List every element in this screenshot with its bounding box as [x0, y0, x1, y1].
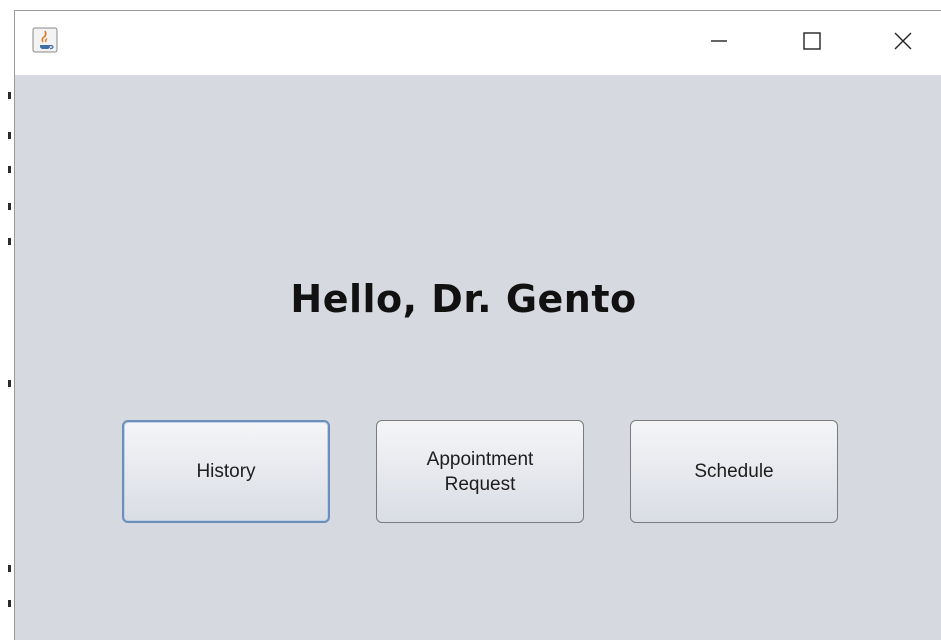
history-button-label: History [196, 461, 256, 482]
maximize-button[interactable] [781, 11, 843, 75]
java-cup-icon[interactable] [32, 27, 58, 53]
background-text-fragment [8, 132, 11, 139]
background-text-fragment [8, 565, 11, 572]
background-text-fragment [8, 380, 11, 387]
schedule-button-label: Schedule [694, 461, 774, 482]
appointment-request-button-label: Appointment Request [426, 448, 534, 495]
app-window: Hello, Dr. Gento History Appointment Req… [14, 10, 941, 640]
background-text-fragment [8, 166, 11, 173]
main-panel: Hello, Dr. Gento History Appointment Req… [15, 75, 941, 640]
minimize-icon [708, 30, 730, 57]
background-text-fragment [8, 203, 11, 210]
close-icon [892, 30, 914, 57]
appointment-request-button[interactable]: Appointment Request [376, 420, 584, 523]
title-bar[interactable] [15, 11, 941, 75]
history-button[interactable]: History [122, 420, 330, 523]
minimize-button[interactable] [688, 11, 750, 75]
schedule-button[interactable]: Schedule [630, 420, 838, 523]
close-button[interactable] [872, 11, 934, 75]
background-text-fragment [8, 600, 11, 607]
background-text-fragment [8, 92, 11, 99]
background-window-edge [0, 0, 14, 639]
greeting-label: Hello, Dr. Gento [290, 277, 637, 321]
maximize-icon [801, 30, 823, 57]
background-text-fragment [8, 238, 11, 245]
